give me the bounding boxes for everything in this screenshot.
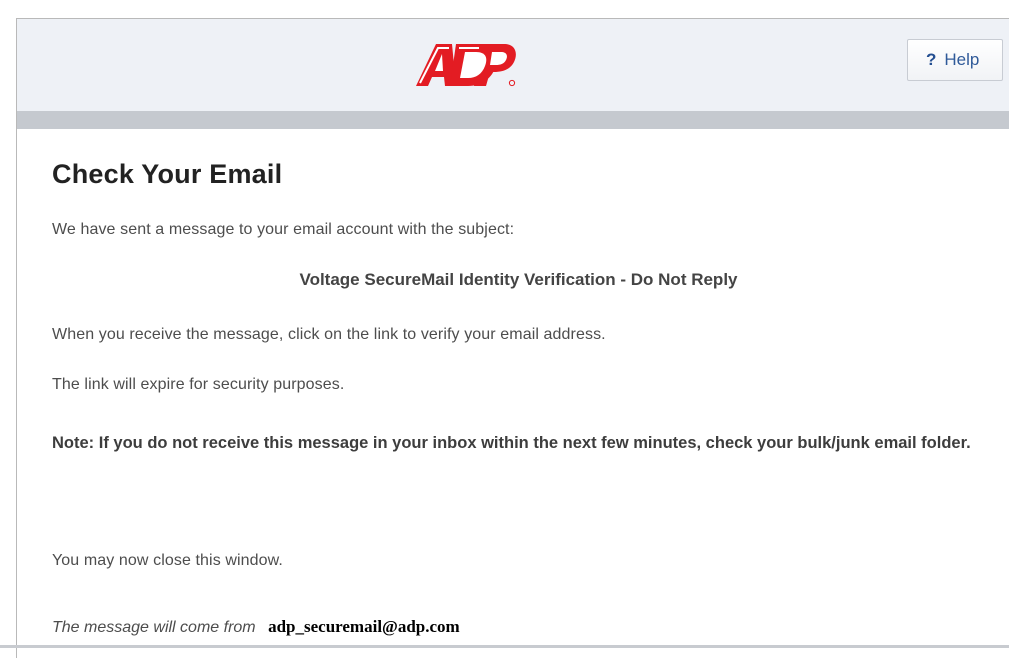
close-window-text: You may now close this window. bbox=[52, 552, 283, 569]
bottom-border bbox=[0, 645, 1009, 648]
adp-logo bbox=[412, 40, 520, 90]
sender-email: adp_securemail@adp.com bbox=[268, 617, 460, 636]
header-divider-bar bbox=[17, 111, 1009, 129]
sender-info: The message will come from adp_securemai… bbox=[52, 617, 460, 637]
page-frame: ? Help Check Your Email We have sent a m… bbox=[16, 18, 1009, 659]
help-button[interactable]: ? Help bbox=[907, 39, 1003, 81]
sent-message-text: We have sent a message to your email acc… bbox=[52, 221, 515, 238]
email-subject: Voltage SecureMail Identity Verification… bbox=[299, 270, 738, 289]
junk-folder-note: Note: If you do not receive this message… bbox=[52, 434, 971, 452]
expiry-notice: The link will expire for security purpos… bbox=[52, 376, 345, 393]
verify-instructions: When you receive the message, click on t… bbox=[52, 326, 606, 343]
page-title: Check Your Email bbox=[52, 159, 283, 189]
main-content: Check Your Email We have sent a message … bbox=[17, 129, 1009, 659]
sender-label: The message will come from bbox=[52, 619, 256, 636]
help-label: Help bbox=[944, 50, 980, 69]
header: ? Help bbox=[17, 19, 1009, 112]
question-mark-icon: ? bbox=[926, 50, 937, 69]
adp-logo-graphic bbox=[416, 44, 516, 87]
